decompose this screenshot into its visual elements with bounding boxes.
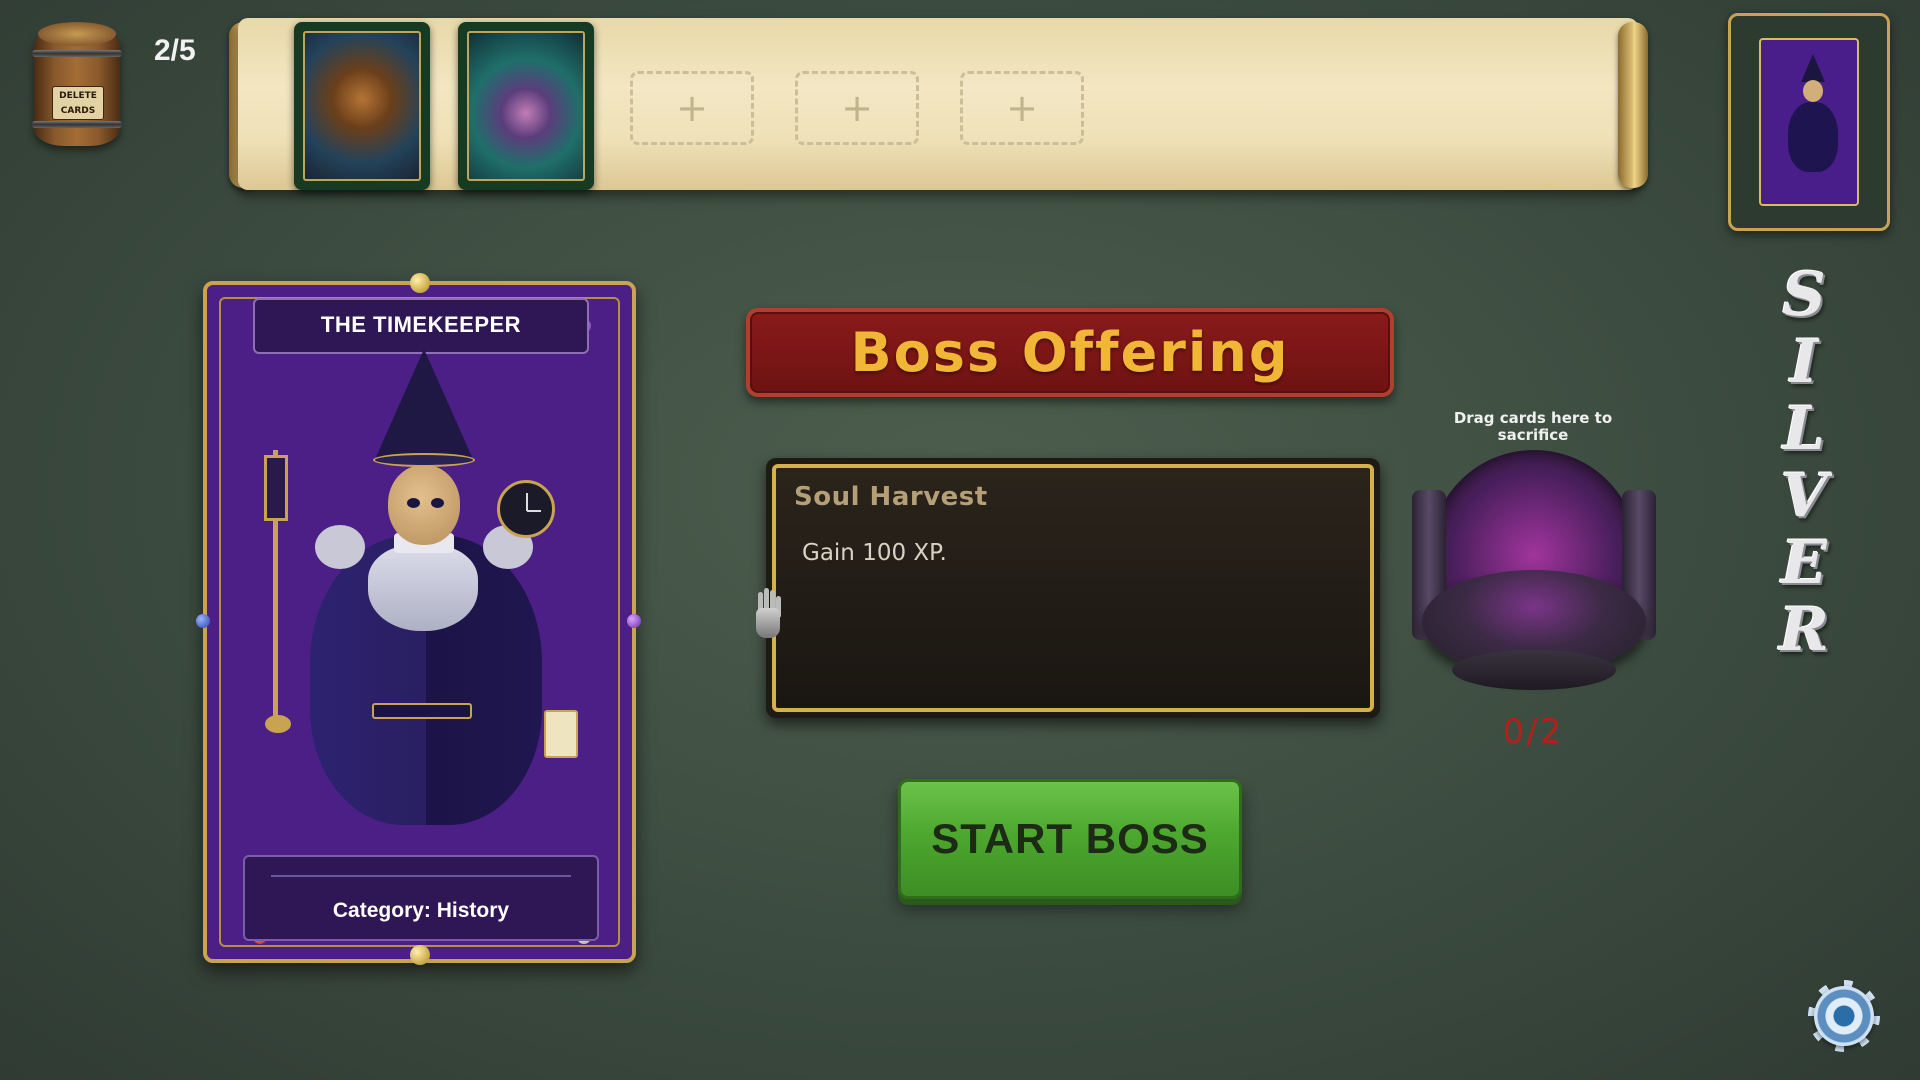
footer-divider	[271, 875, 571, 877]
boss-card-category: Category: History	[332, 899, 510, 922]
deck-scroll	[238, 18, 1638, 190]
shoulder-pad	[315, 525, 365, 569]
rank-letter: E	[1781, 528, 1827, 598]
barrel-lid	[38, 22, 116, 46]
hand	[265, 715, 291, 733]
empty-card-slot[interactable]: +	[960, 71, 1084, 145]
settings-gear-icon[interactable]	[1808, 980, 1880, 1052]
gold-gem	[410, 945, 430, 965]
deck-card-serpent[interactable]	[458, 22, 594, 190]
clock-icon	[497, 480, 555, 538]
sacrifice-count: 0/2	[1502, 712, 1564, 752]
belt	[372, 703, 472, 719]
deck-card-bear-scholar[interactable]	[294, 22, 430, 190]
boss-card-title: THE TIMEKEEPER	[253, 298, 589, 354]
serpent-art	[467, 31, 585, 181]
eye	[407, 498, 420, 508]
scroll-icon	[544, 710, 578, 758]
delete-cards-barrel[interactable]: DELETE CARDS	[32, 22, 122, 146]
rank-letter: I	[1789, 327, 1819, 397]
rank-letter: R	[1779, 595, 1829, 665]
wizard-hat	[376, 349, 472, 457]
sacrifice-altar[interactable]	[1412, 450, 1656, 708]
boss-offering-banner: Boss Offering	[746, 308, 1394, 397]
boss-card[interactable]: THE TIMEKEEPER Category: History	[196, 273, 641, 965]
rank-letter: L	[1782, 394, 1826, 464]
altar-step	[1452, 650, 1616, 690]
banner-title: Boss Offering	[850, 321, 1290, 384]
head	[388, 465, 460, 545]
mini-body	[1788, 102, 1838, 172]
empty-card-slot[interactable]: +	[630, 71, 754, 145]
gauntlet-cursor-icon	[750, 588, 786, 650]
mini-hat	[1801, 54, 1825, 82]
sacrifice-hint: Drag cards here to sacrifice	[1453, 409, 1613, 444]
finger	[764, 588, 769, 610]
offering-title: Soul Harvest	[794, 482, 988, 512]
offering-frame: Soul Harvest Gain 100 XP.	[772, 464, 1374, 712]
palm	[756, 608, 780, 638]
boss-preview-card[interactable]	[1728, 13, 1890, 231]
rank-title: S I L V E R	[1758, 262, 1850, 664]
card-footer: Category: History	[243, 855, 599, 941]
barrel-hoop	[32, 50, 122, 57]
blue-gem	[196, 614, 210, 628]
mini-head	[1803, 80, 1823, 102]
barrel-hoop	[32, 121, 122, 128]
eye	[431, 498, 444, 508]
hourglass-icon	[264, 455, 288, 521]
bib	[368, 545, 478, 631]
rank-letter: S	[1782, 260, 1826, 330]
offering-panel: Soul Harvest Gain 100 XP.	[766, 458, 1380, 718]
bear-scholar-art	[303, 31, 421, 181]
empty-card-slot[interactable]: +	[795, 71, 919, 145]
gold-gem	[410, 273, 430, 293]
scroll-rod-right	[1618, 22, 1648, 188]
deck-count: 2/5	[154, 34, 196, 67]
rank-letter: V	[1780, 461, 1828, 531]
timekeeper-mini-art	[1759, 38, 1859, 206]
offering-description: Gain 100 XP.	[802, 540, 947, 566]
barrel-label: DELETE CARDS	[52, 86, 104, 120]
purple-gem	[627, 614, 641, 628]
start-boss-button[interactable]: START BOSS	[898, 779, 1242, 899]
